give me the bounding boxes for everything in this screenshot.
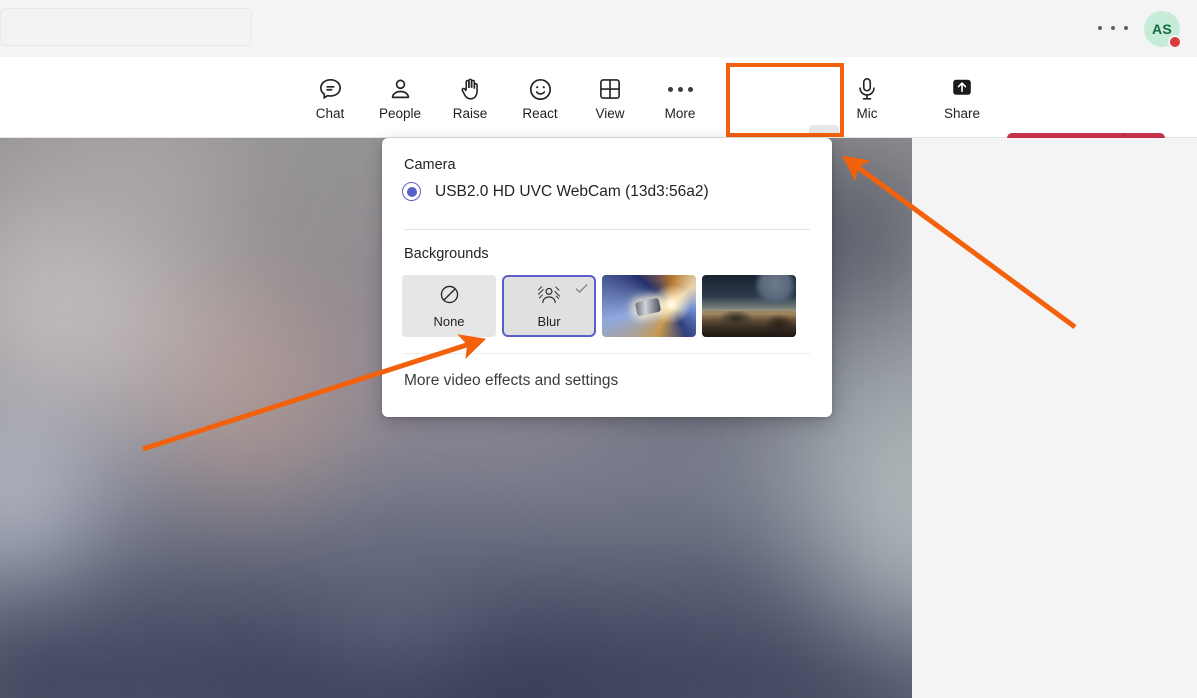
camera-settings-panel: Camera USB2.0 HD UVC WebCam (13d3:56a2) …: [382, 138, 832, 417]
background-label-none: None: [433, 314, 465, 329]
toolbar-label-raise: Raise: [452, 106, 488, 121]
toolbar-button-react[interactable]: React: [509, 66, 571, 128]
toolbar-button-more[interactable]: More: [649, 66, 711, 128]
avatar-initials: AS: [1151, 21, 1173, 37]
divider: [404, 353, 810, 354]
more-ellipsis-icon: [667, 74, 693, 104]
toolbar-button-chat[interactable]: Chat: [299, 66, 361, 128]
camera-heading: Camera: [404, 157, 456, 173]
chat-icon: [317, 74, 344, 104]
toolbar-button-people[interactable]: People: [369, 66, 431, 128]
mic-button[interactable]: Mic: [836, 66, 898, 128]
react-smiley-icon: [527, 74, 554, 104]
backgrounds-heading: Backgrounds: [404, 246, 489, 262]
divider: [404, 229, 810, 230]
background-tile-image-desert-planet[interactable]: [702, 275, 796, 337]
blur-background-icon: [537, 284, 561, 311]
toolbar-label-view: View: [595, 106, 625, 121]
toolbar-label-people: People: [378, 106, 422, 121]
people-icon: [387, 74, 414, 104]
top-bar: AS: [0, 0, 1197, 58]
background-tile-image-space-warp[interactable]: [602, 275, 696, 337]
background-tile-none[interactable]: None: [402, 275, 496, 337]
more-ellipsis-icon[interactable]: [1098, 20, 1128, 36]
toolbar-label-more: More: [664, 106, 696, 121]
toolbar-label-share: Share: [943, 106, 981, 121]
microphone-icon: [854, 74, 880, 104]
share-button[interactable]: Share: [931, 66, 993, 128]
teams-meeting-window: AS Chat People Raise React View More Mic…: [0, 0, 1197, 698]
meeting-toolbar: Chat People Raise React View More Mic Sh…: [0, 57, 1197, 189]
more-video-effects-link[interactable]: More video effects and settings: [404, 372, 618, 390]
background-label-blur: Blur: [537, 313, 561, 329]
status-badge: [1168, 35, 1182, 49]
toolbar-button-raise[interactable]: Raise: [439, 66, 501, 128]
no-background-icon: [438, 283, 461, 311]
toolbar-button-view[interactable]: View: [579, 66, 641, 128]
background-tile-blur[interactable]: Blur: [502, 275, 596, 337]
radio-selected-icon: [402, 182, 421, 201]
raise-hand-icon: [457, 74, 484, 104]
checkmark-icon: [573, 280, 590, 302]
view-grid-icon: [597, 74, 623, 104]
search-input[interactable]: [0, 8, 252, 46]
camera-device-option[interactable]: USB2.0 HD UVC WebCam (13d3:56a2): [402, 182, 709, 201]
backgrounds-list: None Blur: [402, 275, 796, 337]
toolbar-label-react: React: [522, 106, 558, 121]
share-up-arrow-icon: [949, 74, 975, 104]
toolbar-label-mic: Mic: [856, 106, 878, 121]
camera-device-label: USB2.0 HD UVC WebCam (13d3:56a2): [435, 182, 709, 200]
toolbar-label-chat: Chat: [315, 106, 345, 121]
